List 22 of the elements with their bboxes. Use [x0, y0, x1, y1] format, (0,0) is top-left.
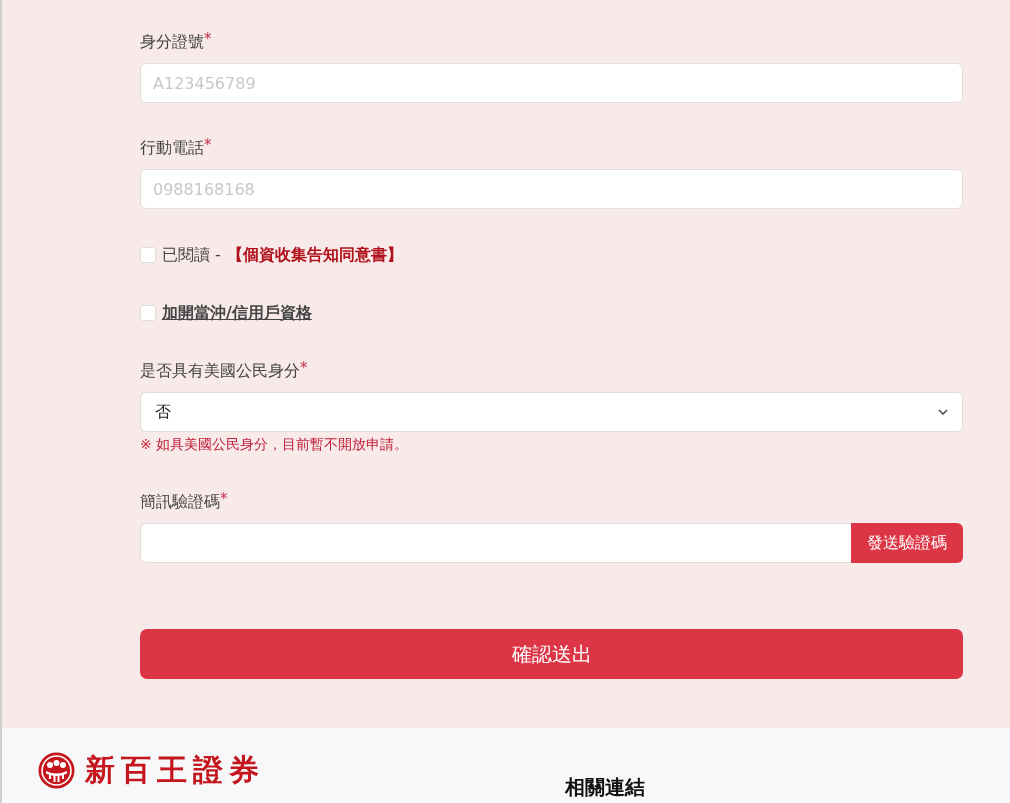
- related-links-heading: 相關連結: [565, 774, 645, 801]
- field-label: 身分證號: [140, 31, 204, 53]
- logo-emblem-icon: [38, 751, 75, 789]
- checkbox[interactable]: [140, 247, 156, 263]
- field-label: 簡訊驗證碼: [140, 491, 220, 513]
- consent-document-link[interactable]: 【個資收集告知同意書】: [226, 244, 403, 266]
- required-mark: *: [204, 30, 212, 48]
- required-mark: *: [300, 359, 308, 377]
- checkbox-label: 已閱讀 -: [162, 244, 221, 266]
- warning-note: ※ 如具美國公民身分，目前暫不開放申請。: [140, 435, 410, 453]
- send-code-button[interactable]: 發送驗證碼: [851, 523, 963, 563]
- required-mark: *: [204, 136, 212, 154]
- required-mark: *: [220, 490, 228, 508]
- logo-text: 新百王證券: [85, 752, 265, 788]
- submit-button[interactable]: 確認送出: [140, 629, 963, 679]
- field-label: 行動電話: [140, 137, 204, 159]
- field-label: 是否具有美國公民身分: [140, 360, 300, 382]
- option-link[interactable]: 加開當沖/信用戶資格: [162, 302, 312, 324]
- select-dropdown[interactable]: 否: [140, 392, 963, 432]
- code-input-field[interactable]: [140, 523, 851, 563]
- checkbox[interactable]: [140, 305, 156, 321]
- chevron-down-icon: [938, 409, 948, 415]
